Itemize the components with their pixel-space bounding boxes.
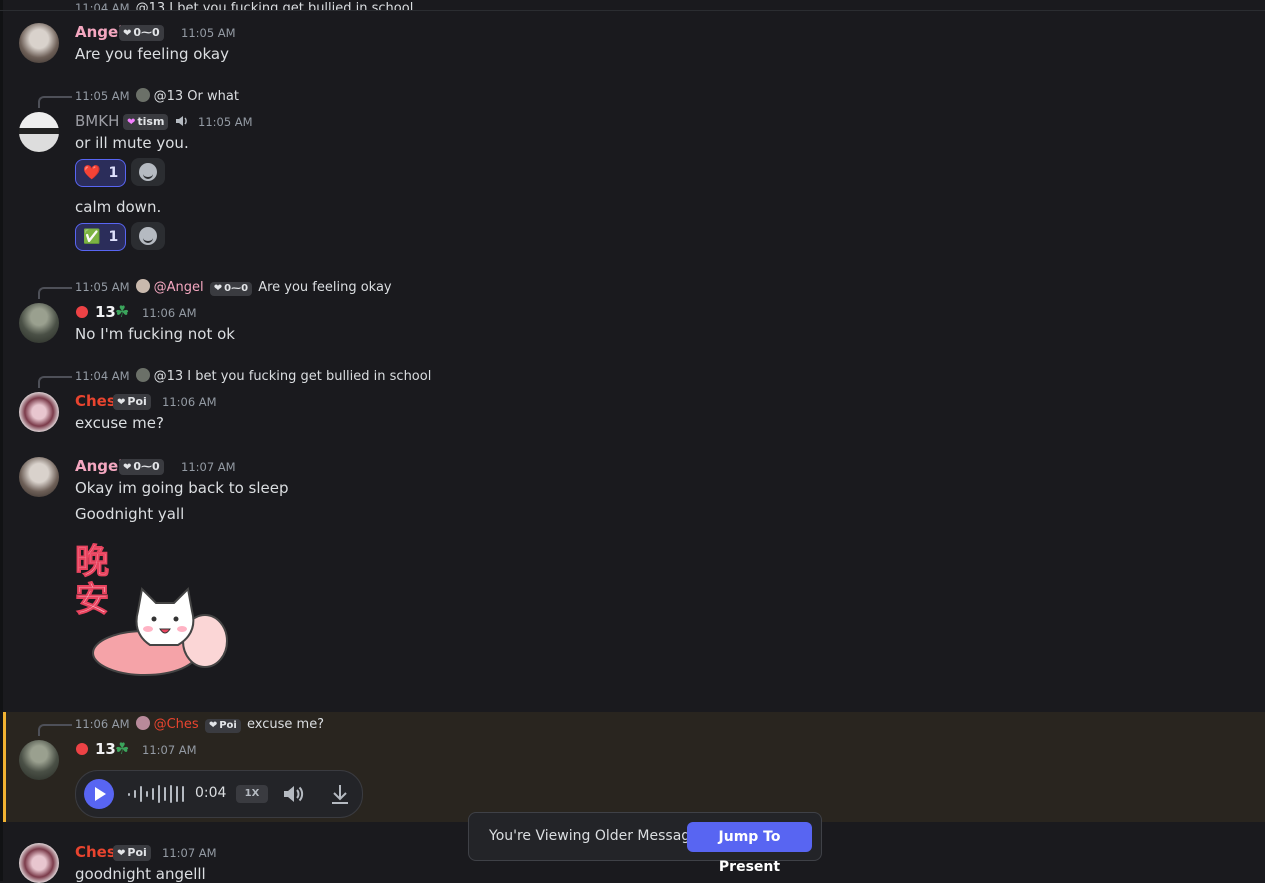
reaction-check[interactable]: ✅ 1 bbox=[75, 223, 127, 251]
status-icon bbox=[76, 306, 88, 318]
add-reaction-button[interactable] bbox=[131, 222, 165, 250]
voice-message-player: 0:04 1X bbox=[75, 770, 363, 818]
reply-preview[interactable]: 11:04 AM @13 I bet you fucking get bullie… bbox=[75, 368, 431, 384]
heart-icon: ❤ bbox=[123, 28, 132, 39]
role-tag: ❤ 0⁓0 bbox=[119, 459, 164, 475]
role-tag: ❤ 0⁓0 bbox=[209, 282, 253, 296]
avatar-13[interactable] bbox=[19, 740, 59, 780]
reaction-heart[interactable]: ❤️ 1 bbox=[75, 159, 127, 187]
avatar-ches[interactable] bbox=[19, 392, 59, 432]
sleeping-cat-icon bbox=[92, 586, 228, 676]
clover-icon: ☘ bbox=[115, 302, 130, 321]
message-text: calm down. bbox=[75, 198, 162, 216]
role-tag: ❤ Poi bbox=[204, 719, 241, 733]
play-button[interactable] bbox=[84, 779, 114, 809]
avatar-bmkh[interactable] bbox=[19, 112, 59, 152]
voice-duration: 0:04 bbox=[195, 785, 227, 801]
message-text: No I'm fucking not ok bbox=[75, 325, 235, 343]
heart-icon: ❤ bbox=[117, 397, 126, 408]
author-name[interactable]: 13 bbox=[95, 303, 116, 321]
mini-avatar bbox=[135, 368, 150, 382]
timestamp: 11:07 AM bbox=[142, 743, 197, 757]
jump-to-present-button[interactable]: Jump To Present bbox=[687, 822, 812, 875]
message-text: Are you feeling okay bbox=[75, 45, 229, 63]
avatar-angel[interactable] bbox=[19, 457, 59, 497]
reply-preview[interactable]: 11:06 AM @Ches ❤ Poi excuse me? bbox=[75, 716, 324, 733]
author-name[interactable]: Angel bbox=[75, 23, 123, 41]
reply-preview[interactable]: 11:05 AM @13 Or what bbox=[75, 88, 239, 104]
author-name[interactable]: BMKH bbox=[75, 112, 119, 130]
speaker-icon bbox=[176, 116, 187, 126]
reply-spine bbox=[38, 724, 72, 736]
avatar-angel[interactable] bbox=[19, 23, 59, 63]
clipped-reply: 11:04 AM @13 I bet you fucking get bullie… bbox=[75, 1, 414, 10]
status-icon bbox=[76, 743, 88, 755]
author-name[interactable]: Ches bbox=[75, 843, 116, 861]
role-tag: ❤ Poi bbox=[113, 845, 151, 861]
volume-icon[interactable] bbox=[282, 783, 304, 805]
timestamp: 11:05 AM bbox=[198, 115, 253, 129]
reply-spine bbox=[38, 376, 72, 388]
reply-spine bbox=[38, 287, 72, 299]
smile-icon bbox=[139, 163, 157, 181]
mini-avatar bbox=[135, 716, 150, 730]
smile-icon bbox=[139, 227, 157, 245]
mini-avatar bbox=[135, 279, 150, 293]
message-text: goodnight angelll bbox=[75, 865, 206, 883]
add-reaction-button[interactable] bbox=[131, 158, 165, 186]
message-text: or ill mute you. bbox=[75, 134, 189, 152]
timestamp: 11:06 AM bbox=[162, 395, 217, 409]
heart-icon: ❤ bbox=[117, 848, 126, 859]
playback-speed-button[interactable]: 1X bbox=[236, 785, 268, 803]
top-divider bbox=[0, 10, 1265, 11]
mini-avatar bbox=[135, 88, 150, 102]
message-text: Okay im going back to sleep bbox=[75, 479, 289, 497]
download-icon[interactable] bbox=[330, 783, 350, 805]
author-name[interactable]: 13 bbox=[95, 740, 116, 758]
clover-icon: ☘ bbox=[115, 739, 130, 758]
avatar-ches[interactable] bbox=[19, 843, 59, 883]
reply-spine bbox=[38, 96, 72, 108]
heart-icon: ❤ bbox=[208, 720, 218, 731]
author-name[interactable]: Angel bbox=[75, 457, 123, 475]
avatar-13[interactable] bbox=[19, 303, 59, 343]
heart-icon: ❤ bbox=[213, 283, 223, 294]
role-tag: ❤ 0⁓0 bbox=[119, 25, 164, 41]
reply-preview[interactable]: 11:05 AM @Angel ❤ 0⁓0 Are you feeling okay bbox=[75, 279, 392, 296]
older-messages-bar: You're Viewing Older Messages Jump To Pr… bbox=[468, 812, 822, 875]
heart-icon: ❤ bbox=[123, 462, 132, 473]
heart-icon: ❤ bbox=[127, 117, 136, 128]
older-messages-text: You're Viewing Older Messages bbox=[489, 828, 707, 844]
role-tag: ❤ Poi bbox=[113, 394, 151, 410]
waveform[interactable] bbox=[128, 785, 184, 803]
sticker[interactable]: 晚安 bbox=[75, 543, 235, 683]
timestamp: 11:07 AM bbox=[162, 846, 217, 860]
message-text: Goodnight yall bbox=[75, 505, 185, 523]
timestamp: 11:07 AM bbox=[181, 460, 236, 474]
message-text: excuse me? bbox=[75, 414, 164, 432]
timestamp: 11:06 AM bbox=[142, 306, 197, 320]
timestamp: 11:05 AM bbox=[181, 26, 236, 40]
role-tag: ❤ tism bbox=[123, 114, 169, 130]
author-name[interactable]: Ches bbox=[75, 392, 116, 410]
